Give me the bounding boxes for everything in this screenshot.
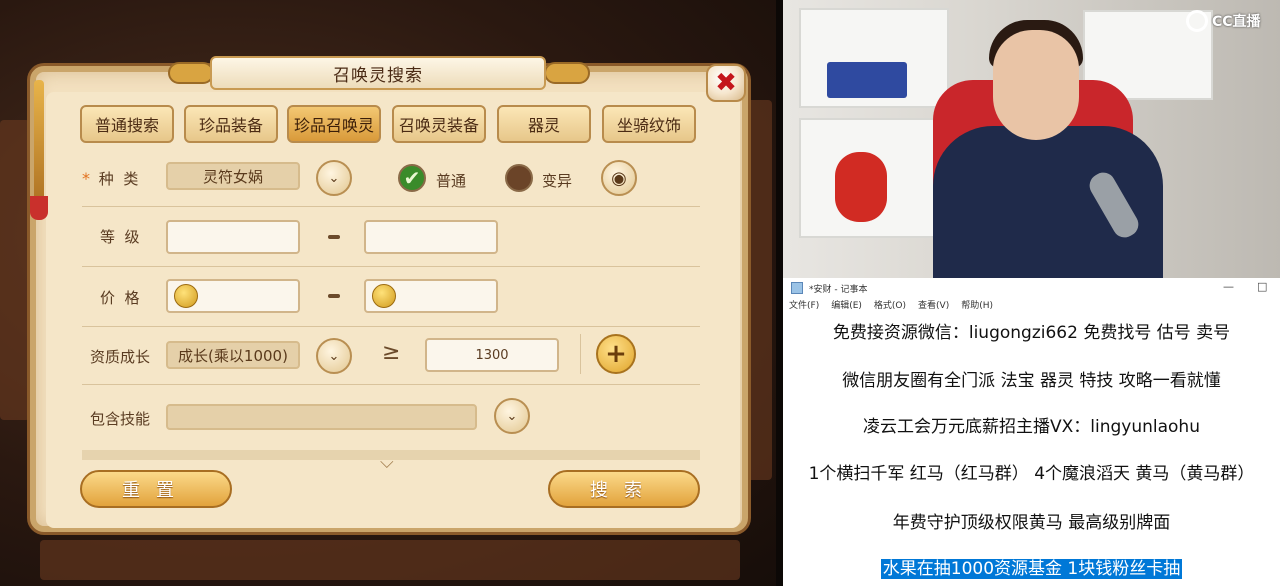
notepad-title: *安财 - 记事本: [809, 284, 868, 295]
tab-summon-equipment[interactable]: 召唤灵装备: [392, 105, 486, 143]
cc-live-logo: CC直播: [1186, 10, 1261, 32]
panel-title: 召唤灵搜索: [210, 56, 546, 90]
growth-attribute-select[interactable]: 成长(乘以1000): [166, 341, 300, 369]
tab-label: 普通搜索: [94, 116, 159, 135]
tab-mount-pattern[interactable]: 坐骑纹饰: [602, 105, 696, 143]
notepad-window: *安财 - 记事本 — □ 文件(F) 编辑(E) 格式(O) 查看(V) 帮助…: [783, 278, 1280, 586]
tab-label: 珍品召唤灵: [293, 116, 374, 135]
price-label: 价 格: [100, 289, 140, 307]
tab-rare-summon[interactable]: 珍品召唤灵: [287, 105, 381, 143]
price-min-input[interactable]: [166, 279, 300, 313]
coin-icon: [174, 284, 198, 308]
radio-normal-label: 普通: [436, 172, 467, 190]
tab-label: 器灵: [527, 116, 560, 135]
menu-file[interactable]: 文件(F): [789, 298, 819, 314]
tab-normal-search[interactable]: 普通搜索: [80, 105, 174, 143]
collectibles: [827, 62, 907, 98]
growth-dropdown-button[interactable]: ⌄: [316, 338, 352, 374]
notepad-line: 免费接资源微信：liugongzi662 免费找号 估号 卖号: [832, 323, 1231, 343]
cc-logo-icon: [1186, 10, 1208, 32]
menu-edit[interactable]: 编辑(E): [831, 298, 862, 314]
tab-label: 坐骑纹饰: [616, 116, 681, 135]
preview-button[interactable]: ◉: [601, 160, 637, 196]
chevron-down-icon: ⌄: [328, 348, 340, 364]
notepad-line: 年费守护顶级权限黄马 最高级别牌面: [892, 513, 1171, 533]
radio-variant-label: 变异: [542, 172, 573, 190]
notepad-titlebar: *安财 - 记事本: [783, 278, 1280, 298]
range-dash: [328, 235, 340, 239]
row-divider: [82, 384, 700, 385]
webcam-feed: [783, 0, 1280, 278]
reset-button-label: 重置: [122, 480, 190, 501]
title-ornament-left: [168, 62, 214, 84]
minimize-icon[interactable]: —: [1223, 280, 1234, 293]
notepad-menubar: 文件(F) 编辑(E) 格式(O) 查看(V) 帮助(H): [783, 298, 1280, 314]
chevron-down-icon: ⌄: [328, 170, 340, 186]
kind-value: 灵符女娲: [202, 167, 263, 186]
level-min-input[interactable]: [166, 220, 300, 254]
row-divider: [82, 206, 700, 207]
kind-dropdown-button[interactable]: ⌄: [316, 160, 352, 196]
menu-help[interactable]: 帮助(H): [961, 298, 993, 314]
level-label: 等 级: [100, 228, 140, 246]
plus-icon: +: [605, 339, 627, 369]
menu-view[interactable]: 查看(V): [918, 298, 949, 314]
streamer-body: [933, 126, 1163, 278]
streamer-head: [993, 30, 1079, 140]
growth-attribute-value: 成长(乘以1000): [178, 346, 288, 365]
plush-toy: [835, 152, 887, 222]
column-divider: [580, 334, 581, 374]
cc-logo-text: CC直播: [1212, 14, 1261, 30]
coin-icon: [372, 284, 396, 308]
growth-label: 资质成长: [90, 348, 151, 366]
selected-text: 水果在抽1000资源基金 1块钱粉丝卡抽: [880, 559, 1183, 579]
tab-label: 召唤灵装备: [398, 116, 479, 135]
maximize-icon[interactable]: □: [1257, 280, 1267, 293]
pillar-ornament: [34, 80, 44, 200]
notepad-icon: [791, 282, 803, 294]
tab-label: 珍品装备: [198, 116, 263, 135]
notepad-line: 微信朋友圈有全门派 法宝 器灵 特技 攻略一看就懂: [842, 371, 1221, 391]
skills-select[interactable]: [166, 404, 477, 430]
radio-variant[interactable]: [505, 164, 533, 192]
panel-title-text: 召唤灵搜索: [333, 65, 423, 86]
notepad-line: 凌云工会万元底薪招主播VX：lingyunlaohu: [863, 417, 1200, 437]
notepad-line: 1个横扫千军 红马（红马群） 4个魔浪滔天 黄马（黄马群）: [808, 464, 1255, 484]
row-divider: [82, 326, 700, 327]
gte-operator: ≥: [382, 340, 401, 365]
notepad-line-selected[interactable]: 水果在抽1000资源基金 1块钱粉丝卡抽: [783, 554, 1280, 579]
close-icon: ✖: [715, 68, 737, 98]
kind-label: 种 类: [98, 170, 139, 188]
screen: 召唤灵搜索 ✖ 普通搜索 珍品装备 珍品召唤灵 召唤灵装备 器灵 坐骑纹饰 * …: [0, 0, 1280, 586]
kind-select[interactable]: 灵符女娲: [166, 162, 300, 190]
price-max-input[interactable]: [364, 279, 498, 313]
growth-min-value: 1300: [475, 347, 509, 363]
add-condition-button[interactable]: +: [596, 334, 636, 374]
game-scenery-left: [0, 120, 30, 420]
check-icon: ✔: [403, 166, 421, 190]
radio-normal[interactable]: ✔: [398, 164, 426, 192]
tab-spirit[interactable]: 器灵: [497, 105, 591, 143]
scroll-down-icon[interactable]: ⌵: [380, 452, 394, 473]
reset-button[interactable]: 重置: [80, 470, 232, 508]
skills-label: 包含技能: [90, 410, 151, 428]
kind-label-row: * 种 类: [82, 168, 138, 189]
game-scenery-bottom: [40, 540, 740, 580]
menu-format[interactable]: 格式(O): [874, 298, 906, 314]
tab-rare-equipment[interactable]: 珍品装备: [184, 105, 278, 143]
close-button[interactable]: ✖: [706, 64, 746, 102]
title-ornament-right: [544, 62, 590, 84]
chevron-down-icon: ⌄: [506, 408, 518, 424]
search-button[interactable]: 搜索: [548, 470, 700, 508]
level-max-input[interactable]: [364, 220, 498, 254]
row-divider: [82, 266, 700, 267]
required-asterisk: *: [82, 169, 90, 188]
growth-min-input[interactable]: 1300: [425, 338, 559, 372]
tassel-ornament: [30, 196, 48, 220]
range-dash: [328, 294, 340, 298]
search-button-label: 搜索: [590, 480, 658, 501]
divider: [776, 0, 783, 586]
eye-icon: ◉: [611, 167, 627, 189]
skills-dropdown-button[interactable]: ⌄: [494, 398, 530, 434]
